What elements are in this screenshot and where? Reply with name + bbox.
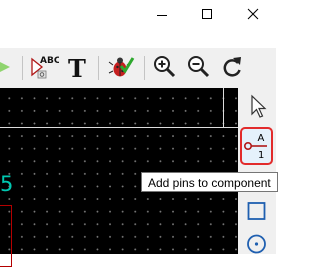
drawing-canvas[interactable] (0, 88, 238, 254)
annotate-label: ABC (40, 56, 59, 66)
pin-number-text: 5 (0, 172, 14, 196)
text-icon: T (68, 54, 86, 82)
annotate-button[interactable]: ABC (29, 52, 59, 82)
select-arrow-icon (251, 94, 267, 118)
arrow-icon (0, 62, 10, 72)
zoom-out-icon (188, 56, 210, 78)
arrow-button[interactable] (0, 52, 16, 82)
erc-button[interactable] (106, 52, 136, 82)
minimize-button[interactable] (139, 0, 185, 30)
add-pin-number: 1 (258, 150, 264, 161)
maximize-icon (202, 9, 212, 19)
close-button[interactable] (230, 0, 276, 30)
circle-button[interactable] (241, 228, 273, 260)
circle-icon (247, 234, 266, 254)
add-pin-icon: A 1 (243, 133, 267, 161)
canvas-guide-line (223, 88, 224, 128)
canvas-guide-line (0, 127, 238, 128)
add-pin-button[interactable]: A 1 (240, 127, 273, 165)
add-pin-letter: A (258, 133, 265, 144)
rectangle-button[interactable] (241, 195, 273, 227)
zoom-in-button[interactable] (150, 52, 180, 82)
select-button[interactable] (241, 91, 273, 123)
maximize-button[interactable] (184, 0, 230, 30)
toolbar-separator (144, 56, 145, 80)
tooltip: Add pins to component (141, 172, 278, 192)
redo-button[interactable] (218, 52, 248, 82)
toolbar-separator (22, 56, 23, 80)
annotate-icon: ABC (31, 56, 59, 79)
text-label: T (68, 54, 86, 82)
component-body-outline (0, 205, 12, 267)
text-button[interactable]: T (63, 52, 93, 82)
title-bar (0, 0, 276, 30)
zoom-out-button[interactable] (184, 52, 214, 82)
minimize-icon (157, 15, 167, 16)
close-icon (247, 8, 259, 20)
bug-check-icon (108, 57, 135, 77)
main-toolbar: ABC T (0, 48, 276, 88)
toolbar-separator (98, 56, 99, 80)
zoom-in-icon (154, 56, 176, 78)
redo-icon (223, 57, 241, 77)
rectangle-icon (247, 202, 266, 220)
